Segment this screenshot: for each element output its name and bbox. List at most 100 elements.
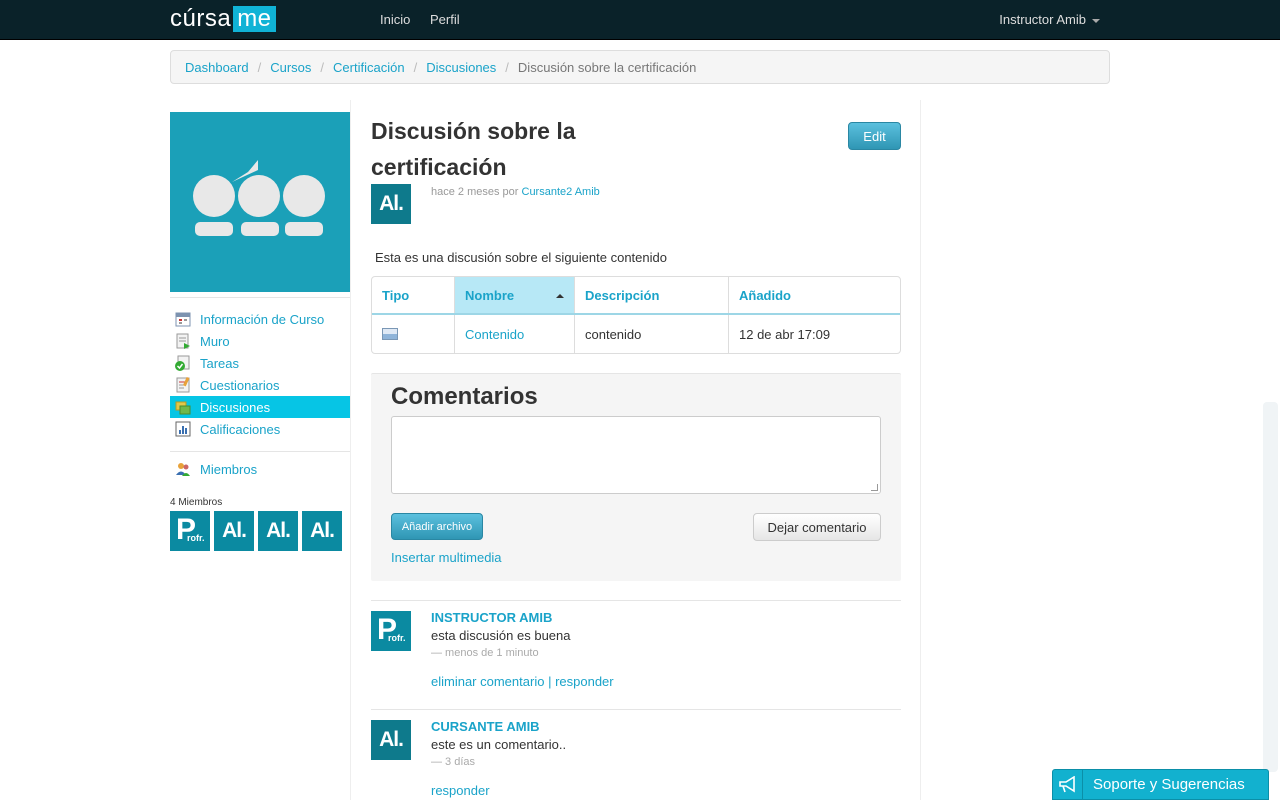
members-count: 4 Miembros [170,497,223,508]
sidebar-item-muro[interactable]: Muro [170,330,350,352]
megaphone-icon [1053,770,1083,799]
sidebar-divider [170,297,350,298]
nav-perfil[interactable]: Perfil [430,12,460,27]
discussion-intro: Esta es una discusión sobre el siguiente… [375,250,667,265]
comment-time: — menos de 1 minuto [431,647,539,659]
comment-text: este es un comentario.. [431,737,567,752]
avatar[interactable]: Profr. [371,611,411,651]
column-divider [350,100,351,800]
image-file-icon [382,328,398,340]
column-divider [920,100,921,800]
sidebar-item-calificaciones[interactable]: Calificaciones [170,418,350,440]
resize-handle-icon[interactable] [871,484,878,491]
task-check-icon [175,355,191,371]
comment-form: Comentarios Añadir archivo Dejar comenta… [371,373,901,581]
breadcrumb-separator: / [320,59,325,75]
column-header-nombre[interactable]: Nombre [455,277,575,313]
breadcrumb-discusiones[interactable]: Discusiones [426,60,496,75]
post-author-link[interactable]: Cursante2 Amib [522,186,600,198]
cell-descripcion: contenido [575,315,729,353]
member-avatars: Profr. Al. Al. Al. [170,511,342,551]
action-separator: | [548,674,552,689]
logo-text-left: cúrsa [170,5,232,32]
cell-anadido: 12 de abr 17:09 [739,326,831,342]
edit-button[interactable]: Edit [848,122,901,150]
grades-chart-icon [175,421,191,437]
top-navbar: cúrsa me Inicio Perfil Instructor Amib [0,0,1280,40]
sidebar-item-tareas[interactable]: Tareas [170,352,350,374]
table-header: Tipo Nombre Descripción Añadido [372,277,900,315]
insert-media-link[interactable]: Insertar multimedia [391,550,502,565]
column-header-anadido[interactable]: Añadido [729,277,900,313]
sidebar-item-label: Miembros [200,461,258,477]
comments-heading: Comentarios [391,383,538,410]
submit-comment-button[interactable]: Dejar comentario [753,513,881,541]
comment-text: esta discusión es buena [431,628,571,643]
page-title: Discusión sobre la certificación [371,118,576,180]
content-link[interactable]: Contenido [465,327,524,342]
members-icon [175,461,191,477]
table-row: Contenido contenido 12 de abr 17:09 [372,315,900,353]
column-header-descripcion[interactable]: Descripción [575,277,729,313]
sidebar-item-label: Discusiones [200,399,271,415]
course-image [170,112,350,292]
nav-inicio[interactable]: Inicio [380,12,410,27]
sidebar-item-label: Muro [200,333,230,349]
discussion-icon [175,399,191,415]
sidebar-item-informacion[interactable]: Información de Curso [170,308,350,330]
comment-author[interactable]: CURSANTE AMIB [431,719,540,734]
user-name: Instructor Amib [999,12,1086,27]
avatar: Al. [371,184,411,224]
comment-author[interactable]: INSTRUCTOR AMIB [431,610,552,625]
column-header-tipo[interactable]: Tipo [372,277,455,313]
breadcrumb-cursos[interactable]: Cursos [270,60,311,75]
quiz-icon [175,376,191,393]
content-table: Tipo Nombre Descripción Añadido Contenid… [371,276,901,354]
avatar[interactable]: Al. [214,511,254,551]
support-button[interactable]: Soporte y Sugerencias [1052,769,1269,800]
sidebar-item-cuestionarios[interactable]: Cuestionarios [170,374,350,396]
reply-link[interactable]: responder [431,783,490,798]
author-avatar[interactable]: Al. [371,184,411,224]
sidebar-item-discusiones[interactable]: Discusiones [170,396,350,418]
delete-comment-link[interactable]: eliminar comentario [431,674,544,689]
post-meta: hace 2 meses por Cursante2 Amib [431,186,600,198]
sidebar-item-label: Información de Curso [200,311,325,327]
avatar[interactable]: Profr. [170,511,210,551]
sidebar-item-label: Tareas [200,355,240,371]
scrollbar[interactable] [1263,402,1278,772]
comment-item: Al. CURSANTE AMIB este es un comentario.… [371,709,901,800]
cell-type [372,315,455,353]
breadcrumb-separator: / [413,59,418,75]
comment-actions: eliminar comentario | responder [431,674,614,689]
breadcrumb-current: Discusión sobre la certificación [517,59,697,75]
sidebar-item-miembros[interactable]: Miembros [170,461,257,477]
comment-time: — 3 días [431,756,476,768]
avatar[interactable]: Al. [371,720,411,760]
user-menu[interactable]: Instructor Amib [999,12,1100,27]
logo[interactable]: cúrsa me [170,5,276,33]
attach-file-button[interactable]: Añadir archivo [391,513,483,540]
wall-post-icon [175,333,191,349]
avatar[interactable]: Al. [258,511,298,551]
avatar[interactable]: Al. [302,511,342,551]
chevron-down-icon [1092,18,1100,23]
cell-nombre: Contenido [455,315,575,353]
sort-ascending-icon [556,294,564,298]
sidebar-item-label: Calificaciones [200,421,281,437]
comment-item: Profr. INSTRUCTOR AMIB esta discusión es… [371,600,901,708]
breadcrumb: Dashboard / Cursos / Certificación / Discus… [170,50,1110,84]
calendar-icon [175,311,191,327]
post-time: hace 2 meses por [431,186,519,198]
discussion-people-icon [193,160,325,236]
column-header-label: Nombre [465,287,515,303]
reply-link[interactable]: responder [555,674,614,689]
comment-actions: responder [431,783,490,798]
comment-textarea[interactable] [391,416,881,494]
breadcrumb-separator: / [257,59,262,75]
logo-text-right: me [233,6,276,32]
sidebar-item-label: Cuestionarios [200,377,280,393]
breadcrumb-certificacion[interactable]: Certificación [333,60,405,75]
breadcrumb-dashboard[interactable]: Dashboard [185,60,249,75]
sidebar-divider [170,451,350,452]
